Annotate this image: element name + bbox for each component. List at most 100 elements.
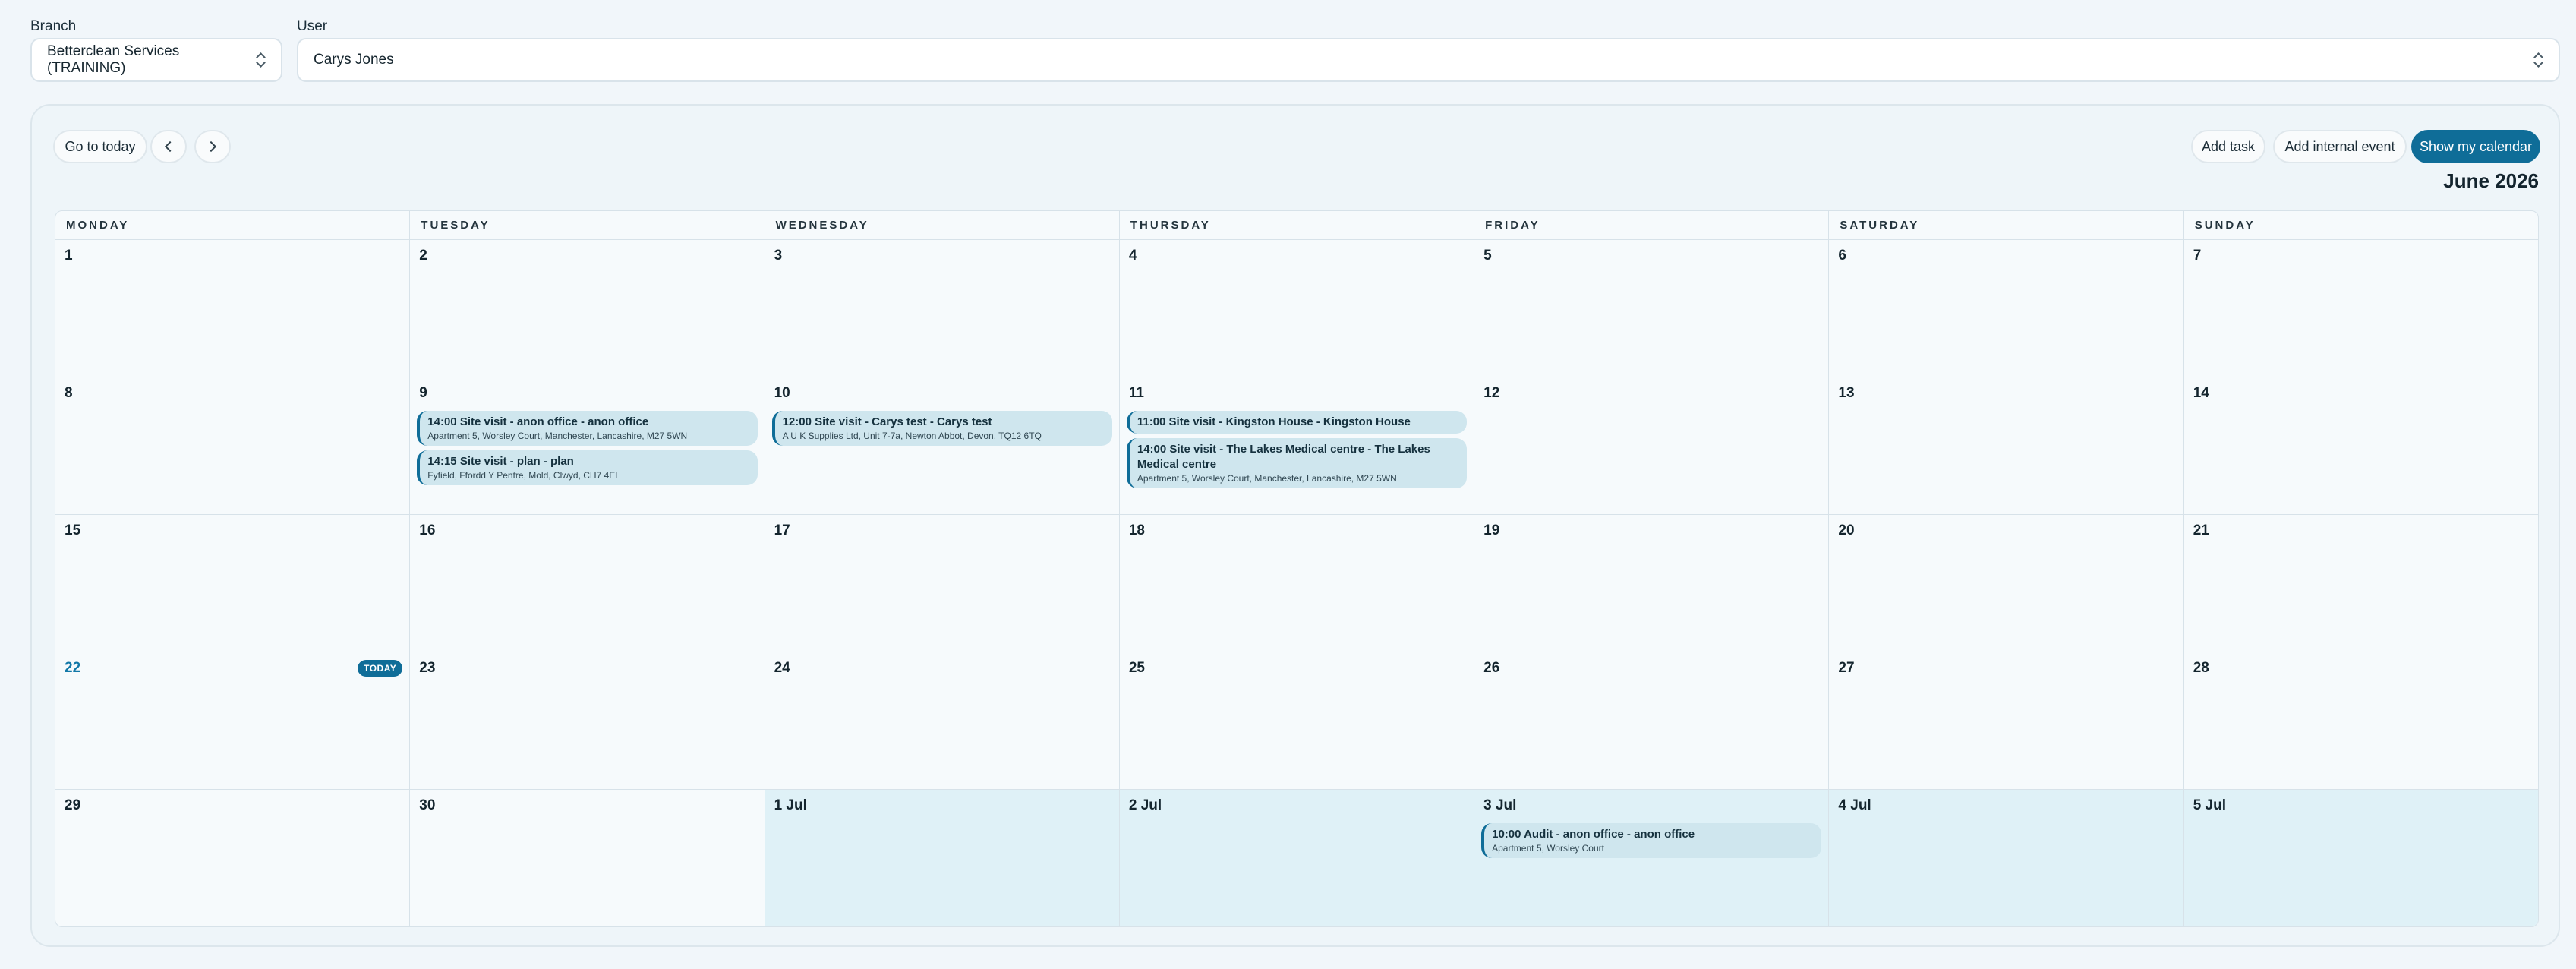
week-row: 8 9 14:00 Site visit - anon office - anon … (55, 377, 2538, 515)
previous-month-button[interactable] (150, 130, 187, 163)
day-cell[interactable]: 25 (1120, 652, 1475, 789)
calendar-panel: Go to today Add task Add internal event … (30, 104, 2560, 947)
day-number: 5 (1483, 248, 1492, 264)
weekday-thursday: THURSDAY (1120, 211, 1475, 239)
event-address: Apartment 5, Worsley Court, Manchester, … (427, 431, 688, 441)
day-cell[interactable]: 6 (1829, 240, 2184, 377)
day-cell[interactable]: 11 11:00 Site visit - Kingston House - Ki… (1120, 377, 1475, 514)
day-number: 27 (1838, 660, 1855, 676)
calendar-event[interactable]: 10:00 Audit - anon office - anon office A… (1481, 823, 1822, 858)
day-cell[interactable]: 20 (1829, 515, 2184, 652)
event-address: Apartment 5, Worsley Court (1492, 843, 1604, 854)
week-row: 29 30 1 Jul 2 Jul 3 Jul 10:00 Audit - anon of… (55, 790, 2538, 926)
day-cell[interactable]: 7 (2184, 240, 2538, 377)
week-row: 15 16 17 18 19 20 21 (55, 515, 2538, 652)
chevron-left-icon (164, 140, 176, 153)
event-address: A U K Supplies Ltd, Unit 7-7a, Newton Ab… (782, 431, 1042, 441)
day-number: 20 (1838, 522, 1855, 538)
chevron-up-down-icon (255, 52, 266, 68)
add-task-button[interactable]: Add task (2191, 130, 2265, 163)
day-cell[interactable]: 17 (765, 515, 1120, 652)
day-cell[interactable]: 10 12:00 Site visit - Carys test - Carys … (765, 377, 1120, 514)
day-number: 6 (1838, 248, 1846, 264)
weekday-sunday: SUNDAY (2194, 219, 2256, 232)
day-cell[interactable]: 27 (1829, 652, 2184, 789)
day-cell[interactable]: 9 14:00 Site visit - anon office - anon o… (410, 377, 765, 514)
weekday-tuesday: TUESDAY (410, 211, 765, 239)
weekday-monday: MONDAY (55, 211, 411, 239)
day-cell[interactable]: 1 (55, 240, 411, 377)
day-cell[interactable]: 24 (765, 652, 1120, 789)
day-cell[interactable]: 23 (410, 652, 765, 789)
day-number: 23 (419, 660, 436, 676)
calendar-event[interactable]: 14:00 Site visit - anon office - anon of… (417, 411, 758, 446)
day-number: 9 (419, 385, 427, 401)
day-cell[interactable]: 19 (1474, 515, 1830, 652)
day-number: 28 (2193, 660, 2209, 676)
day-number: 21 (2193, 522, 2209, 538)
branch-select[interactable]: Betterclean Services (TRAINING) (30, 38, 282, 82)
show-my-calendar-button[interactable]: Show my calendar (2411, 130, 2540, 163)
day-cell[interactable]: 3 (765, 240, 1120, 377)
day-cell[interactable]: 8 (55, 377, 411, 514)
user-select[interactable]: Carys Jones (297, 38, 2560, 82)
calendar-event[interactable]: 11:00 Site visit - Kingston House - King… (1126, 411, 1468, 434)
day-number: 19 (1483, 522, 1500, 538)
day-cell[interactable]: 3 Jul 10:00 Audit - anon office - anon of… (1474, 790, 1830, 926)
day-number: 10 (774, 385, 790, 401)
day-number: 3 (774, 248, 783, 264)
day-number: 14 (2193, 385, 2209, 401)
day-cell[interactable]: 22 TODAY (55, 652, 411, 789)
day-number: 3 Jul (1483, 797, 1517, 813)
calendar-event[interactable]: 14:00 Site visit - The Lakes Medical cen… (1126, 438, 1468, 488)
day-number: 18 (1128, 522, 1145, 538)
calendar-event[interactable]: 14:15 Site visit - plan - plan Fyfield, F… (417, 450, 758, 485)
day-cell[interactable]: 4 (1120, 240, 1475, 377)
day-number: 22 (65, 660, 81, 676)
day-cell[interactable]: 1 Jul (765, 790, 1120, 926)
event-title: 10:00 Audit - anon office - anon office (1492, 828, 1695, 841)
weekday-saturday: SATURDAY (1829, 211, 2184, 239)
day-cell[interactable]: 5 (1474, 240, 1830, 377)
day-cell[interactable]: 18 (1120, 515, 1475, 652)
month-grid: MONDAY TUESDAY WEDNESDAY THURSDAY FRIDAY SATU… (55, 210, 2539, 927)
day-cell[interactable]: 30 (410, 790, 765, 926)
day-cell[interactable]: 2 (410, 240, 765, 377)
day-cell[interactable]: 26 (1474, 652, 1830, 789)
event-title: 14:15 Site visit - plan - plan (427, 455, 574, 468)
event-address: Apartment 5, Worsley Court, Manchester, … (1137, 473, 1397, 484)
branch-select-value: Betterclean Services (TRAINING) (47, 43, 180, 76)
day-cell[interactable]: 12 (1474, 377, 1830, 514)
add-internal-event-button[interactable]: Add internal event (2273, 130, 2407, 163)
go-to-today-button[interactable]: Go to today (53, 130, 147, 163)
chevron-up-down-icon (2533, 52, 2543, 68)
event-title: 12:00 Site visit - Carys test - Carys te… (782, 415, 992, 428)
today-badge: TODAY (358, 660, 403, 677)
day-cell[interactable]: 2 Jul (1119, 790, 1475, 926)
day-cell[interactable]: 15 (55, 515, 411, 652)
day-cell[interactable]: 5 Jul (2183, 790, 2538, 926)
day-number: 17 (774, 522, 790, 538)
day-number: 7 (2193, 248, 2202, 264)
day-cell[interactable]: 4 Jul (1829, 790, 2184, 926)
day-number: 25 (1128, 660, 1145, 676)
day-cell[interactable]: 28 (2184, 652, 2538, 789)
event-title: 14:00 Site visit - The Lakes Medical cen… (1137, 443, 1430, 471)
day-number: 4 Jul (1838, 797, 1871, 813)
day-cell[interactable]: 21 (2184, 515, 2538, 652)
day-cell[interactable]: 16 (410, 515, 765, 652)
user-select-value: Carys Jones (314, 52, 394, 68)
event-address: Fyfield, Ffordd Y Pentre, Mold, Clwyd, C… (427, 470, 620, 481)
day-cell[interactable]: 14 (2184, 377, 2538, 514)
day-cell[interactable]: 29 (55, 790, 411, 926)
day-number: 11 (1128, 385, 1144, 401)
event-title: 14:00 Site visit - anon office - anon of… (427, 415, 649, 428)
day-number: 29 (65, 797, 81, 813)
day-number: 26 (1483, 660, 1500, 676)
calendar-event[interactable]: 12:00 Site visit - Carys test - Carys te… (771, 411, 1112, 446)
day-number: 1 (65, 248, 73, 264)
day-cell[interactable]: 13 (1829, 377, 2184, 514)
day-number: 30 (419, 797, 436, 813)
next-month-button[interactable] (194, 130, 231, 163)
week-row: 1 2 3 4 5 6 7 (55, 240, 2538, 377)
